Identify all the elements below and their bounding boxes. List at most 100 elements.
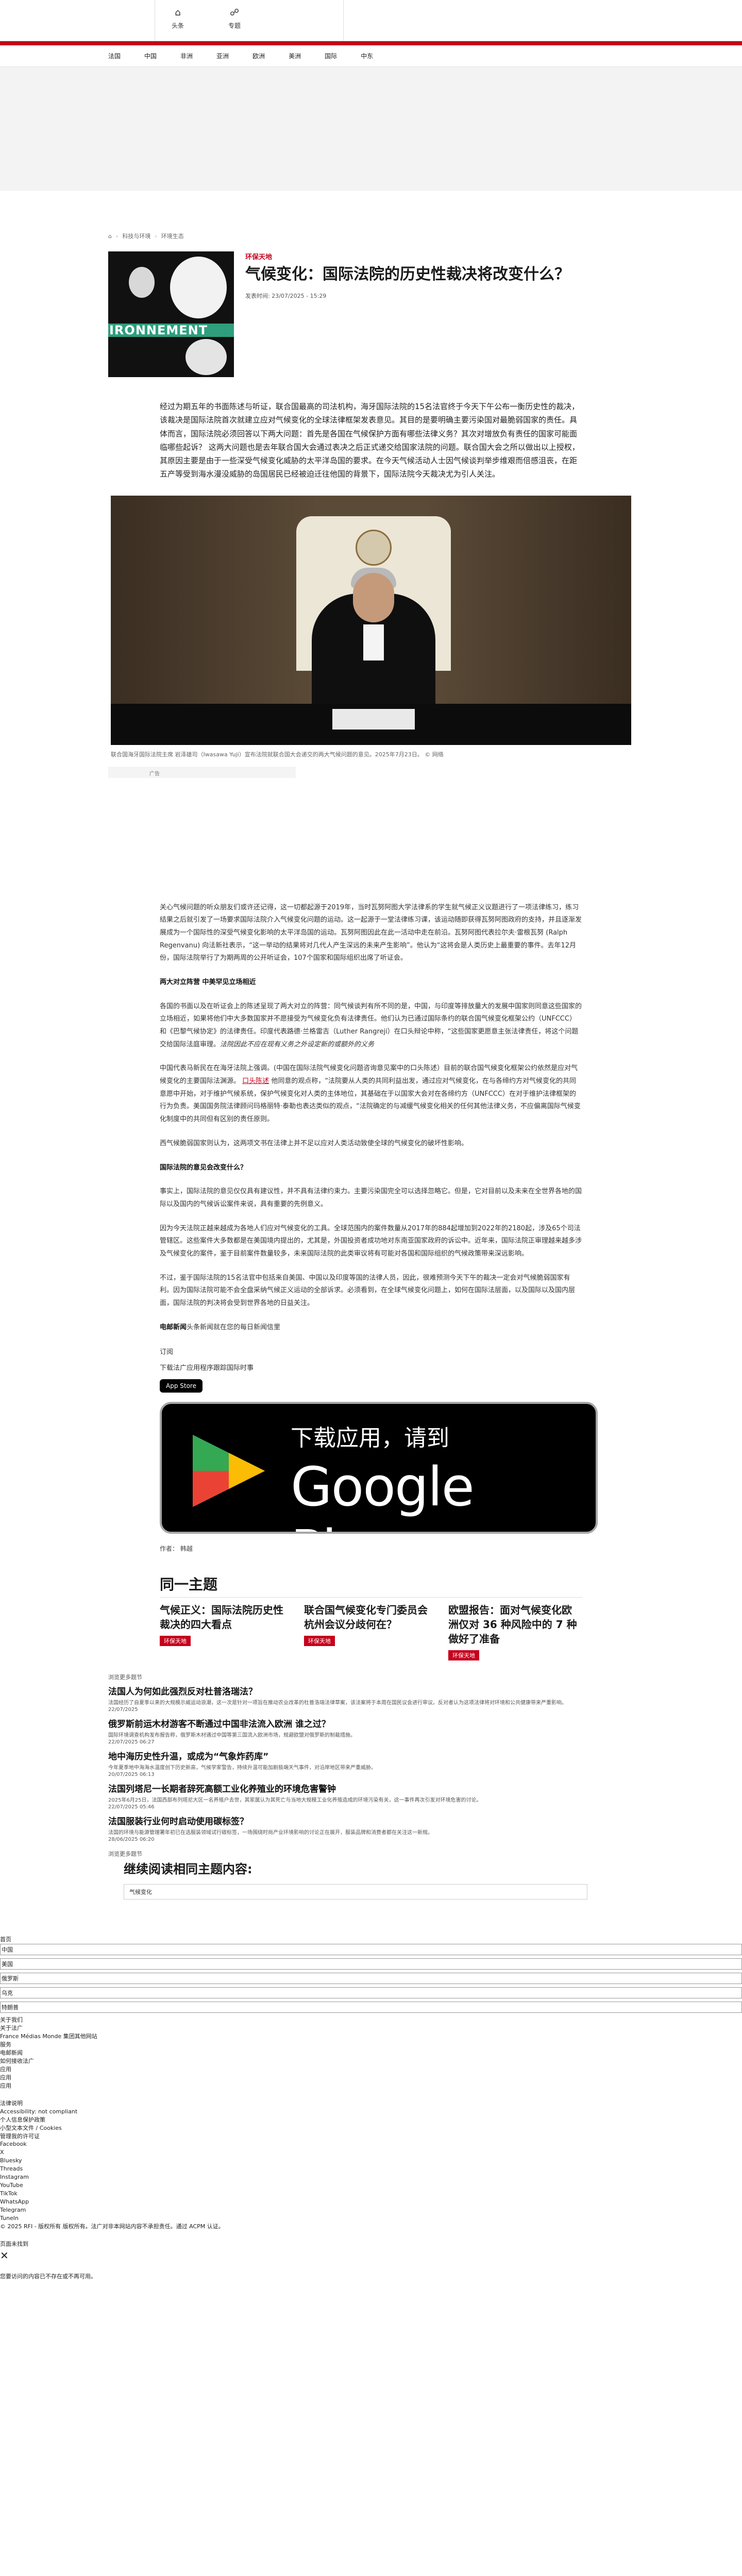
breadcrumb-home-icon[interactable]: ⌂: [108, 233, 112, 240]
breadcrumb-item[interactable]: 环境生态: [161, 232, 184, 240]
menu-item[interactable]: 中东: [361, 52, 373, 60]
divider: [343, 0, 344, 41]
card-tag[interactable]: 环保天地: [160, 1636, 191, 1647]
continue-reading: 浏览更多题节 继续阅读相同主题内容: 气候变化: [108, 1850, 634, 1900]
card-tag[interactable]: 环保天地: [304, 1636, 335, 1647]
close-icon[interactable]: ✕: [0, 2248, 742, 2263]
threads-link[interactable]: Threads: [0, 2165, 742, 2173]
article-lead: 经过为期五年的书面陈述与听证，联合国最高的司法机构，海牙国际法院的15名法官终于…: [160, 402, 580, 479]
footer-link[interactable]: 关于我们: [0, 2016, 742, 2024]
body-paragraph: 事实上，国际法院的意见仅仅具有建议性，并不具有法律约束力。主要污染国完全可以选择…: [160, 1188, 582, 1208]
section-menu: 法国 中国 非洲 亚洲 欧洲 美洲 国际 中东: [0, 45, 742, 67]
main-photo: [111, 495, 631, 745]
top-nav-icons: ⌂ 头条 ☍ 专题: [165, 7, 247, 30]
tunein-link[interactable]: TuneIn: [0, 2214, 742, 2223]
footer-link[interactable]: 应用: [0, 2074, 742, 2082]
instagram-link[interactable]: Instagram: [0, 2173, 742, 2181]
newsletter-promo: 电邮新闻头条新闻就在您的每日新闻信里: [160, 1323, 281, 1331]
footer-topic-box[interactable]: 中国: [0, 1944, 742, 1956]
feed-item[interactable]: 法国列塔尼一长期者辞死高额工业化养殖业的环境危害警钟 2025年6月25日，法国…: [108, 1782, 634, 1810]
youtube-link[interactable]: YouTube: [0, 2181, 742, 2190]
ad-banner: [0, 67, 742, 191]
feed-item[interactable]: 法国人为何如此强烈反对杜普洛瑞法？ 法国经历了自夏季以来的大规模示威运动浪潮，这…: [108, 1684, 634, 1713]
feed-item[interactable]: 法国服装行业何时启动使用碳标签？ 法国的环境与能源管理署年初已在选服装领域试行碳…: [108, 1814, 634, 1842]
related-card[interactable]: 欧盟报告：面对气候变化欧洲仅对 36 种风险中的 7 种做好了准备 环保天地: [448, 1603, 577, 1661]
feed-label: 浏览更多题节: [108, 1674, 142, 1681]
home-link[interactable]: ⌂ 头条: [165, 7, 191, 30]
ad-label: 广告: [108, 766, 296, 778]
breadcrumb-item[interactable]: 科技与环境: [122, 232, 150, 240]
article-kicker[interactable]: 环保天地: [245, 251, 616, 261]
body-paragraph: 不过，鉴于国际法院的15名法官中包括来自美国、中国以及印度等国的法律人员，因此，…: [160, 1274, 576, 1307]
menu-item[interactable]: 亚洲: [216, 52, 229, 60]
tiktok-link[interactable]: TikTok: [0, 2190, 742, 2198]
footer-topic-box[interactable]: 俄罗斯: [0, 1973, 742, 1985]
body-paragraph: 各国的书面以及在听证会上的陈述呈现了两大对立的阵营：同气候谈判有所不同的是，中国…: [160, 1002, 582, 1048]
feed-item[interactable]: 地中海历史性升温，或成为“气象炸药库” 今年夏季地中海海水温度创下历史新高，气候…: [108, 1749, 634, 1777]
footer-link[interactable]: Accessibility: not compliant: [0, 2108, 742, 2116]
home-label: 头条: [171, 22, 184, 29]
x-link[interactable]: X: [0, 2148, 742, 2157]
google-play-line1: 下载应用，请到: [291, 1425, 449, 1452]
oral-statement-link[interactable]: 口头陈述: [242, 1077, 269, 1085]
menu-item[interactable]: 美洲: [289, 52, 301, 60]
footer-link[interactable]: 应用: [0, 2065, 742, 2074]
footer-link[interactable]: 小型文本文件 / Cookies: [0, 2124, 742, 2132]
more-news-feed: 浏览更多题节 法国人为何如此强烈反对杜普洛瑞法？ 法国经历了自夏季以来的大规模示…: [108, 1673, 634, 1842]
subscribe-button[interactable]: 订阅: [160, 1346, 582, 1356]
topics-label: 专题: [228, 22, 241, 29]
menu-item[interactable]: 欧洲: [252, 52, 265, 60]
court-seal-icon: [356, 529, 392, 566]
card-tag[interactable]: 环保天地: [448, 1650, 479, 1661]
app-store-button[interactable]: App Store: [160, 1379, 203, 1393]
feed-item[interactable]: 俄罗斯前运木材游客不断通过中国非法流入欧洲 谁之过？ 国际环境调查机构发布报告称…: [108, 1717, 634, 1745]
related-card[interactable]: 气候正义：国际法院历史性裁决的四大看点 环保天地: [160, 1603, 289, 1660]
subscribe-section: 订阅 下载法广应用程序跟踪国际时事 App Store 下载应用，请到 Goog…: [160, 1346, 598, 1534]
continue-label: 浏览更多题节: [108, 1851, 142, 1858]
photo-caption: 联合国海牙国际法院主席 岩泽雄司（Iwasawa Yuji）宣布法院就联合国大会…: [111, 751, 444, 758]
facebook-link[interactable]: Facebook: [0, 2140, 742, 2148]
footer-link[interactable]: France Médias Monde 集团其他网站: [0, 2032, 742, 2041]
publish-date: 发表时间: 23/07/2025 - 15:29: [245, 292, 327, 299]
menu-item[interactable]: 非洲: [180, 52, 193, 60]
footer-topic-box[interactable]: 特朗普: [0, 2002, 742, 2013]
copyright: © 2025 RFI - 版权所有 版权所有。法广对非本网站内容不承担责任。通过…: [0, 2223, 224, 2230]
footer-link[interactable]: 首页: [0, 1936, 742, 1944]
google-play-banner[interactable]: 下载应用，请到 Google Play: [160, 1402, 598, 1534]
related-card[interactable]: 联合国气候变化专门委员会杭州会议分歧何在？ 环保天地: [304, 1603, 433, 1660]
bluesky-link[interactable]: Bluesky: [0, 2157, 742, 2165]
ad-slot: [0, 778, 742, 902]
continue-heading: 继续阅读相同主题内容:: [124, 1862, 252, 1877]
breadcrumb: ⌂ › 科技与环境 › 环境生态: [108, 232, 184, 240]
google-play-line2: Google Play: [291, 1455, 475, 1532]
footer-link[interactable]: 关于法广: [0, 2024, 742, 2032]
footer-link[interactable]: 应用: [0, 2082, 742, 2090]
body-subheading: 两大对立阵营 中美罕见立场相近: [160, 978, 256, 986]
thumbnail-text: IRONNEMENT: [109, 323, 208, 337]
menu-item[interactable]: 中国: [144, 52, 157, 60]
brand-bar: [0, 41, 742, 45]
body-subheading: 国际法院的意见会改变什么？: [160, 1163, 247, 1172]
whatsapp-link[interactable]: WhatsApp: [0, 2198, 742, 2206]
menu-item[interactable]: 国际: [325, 52, 337, 60]
related-section: 同一主题 气候正义：国际法院历史性裁决的四大看点 环保天地 联合国气候变化专门委…: [160, 1573, 582, 1661]
footer-topic-box[interactable]: 美国: [0, 1958, 742, 1970]
not-found-message: 您要访问的内容已不存在或不再可用。: [0, 2273, 96, 2280]
download-app-text: 下载法广应用程序跟踪国际时事: [160, 1364, 254, 1372]
topic-chip[interactable]: 气候变化: [124, 1884, 587, 1900]
home-icon: ⌂: [175, 7, 181, 18]
article-header: IRONNEMENT 环保天地 气候变化：国际法院的历史性裁决将改变什么？ 发表…: [108, 251, 634, 377]
topics-link[interactable]: ☍ 专题: [222, 7, 247, 30]
footer-link[interactable]: 服务: [0, 2041, 742, 2049]
footer-topic-box[interactable]: 乌克: [0, 1987, 742, 1999]
footer-link[interactable]: 法律说明: [0, 2099, 742, 2108]
footer-link[interactable]: 电邮新闻: [0, 2049, 742, 2057]
footer-link[interactable]: 个人信息保护政策: [0, 2116, 742, 2124]
top-navigation-bar: ⌂ 头条 ☍ 专题: [0, 0, 742, 41]
article-title: 气候变化：国际法院的历史性裁决将改变什么？: [245, 265, 570, 283]
topics-icon: ☍: [229, 7, 240, 18]
footer-link[interactable]: 管理我的许可证: [0, 2132, 742, 2141]
footer-link[interactable]: 如何接收法广: [0, 2057, 742, 2065]
telegram-link[interactable]: Telegram: [0, 2206, 742, 2214]
menu-item[interactable]: 法国: [108, 52, 121, 60]
